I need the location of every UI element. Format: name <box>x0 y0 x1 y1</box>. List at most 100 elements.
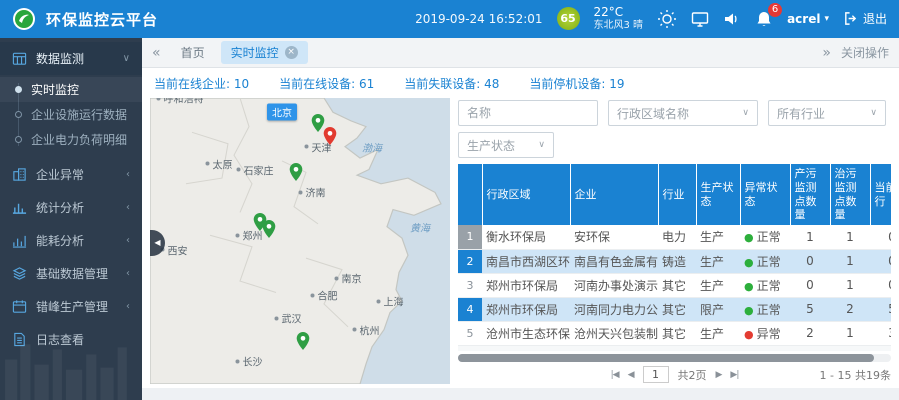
cell-abnormal-status: ●异常 <box>740 321 790 345</box>
column-header: 企业 <box>570 164 658 225</box>
city-dot-icon <box>237 168 241 172</box>
map-city-label: 北京 <box>267 104 297 121</box>
record-range-text: 1 - 15 <box>820 369 852 382</box>
cell-enterprise: 沧州天兴包装制品 <box>570 321 658 345</box>
datetime-text: 2019-09-24 16:52:01 <box>415 12 542 26</box>
table-row[interactable]: 4郑州市环保局河南同力电力公司其它限产●正常525 <box>458 297 891 321</box>
wind-text: 东北风3 晴 <box>594 20 644 32</box>
monitor-icon[interactable] <box>691 10 709 28</box>
stat-value: 19 <box>609 77 624 91</box>
layers-icon <box>12 266 27 281</box>
cell-pollution-points: 2 <box>790 345 830 351</box>
app: 环保监控云平台 2019-09-24 16:52:01 65 22°C 东北风3… <box>0 0 899 400</box>
pager-next-button[interactable]: ▶ <box>716 370 722 380</box>
scrollbar-thumb[interactable] <box>458 354 874 362</box>
production-status-select[interactable]: 生产状态∨ <box>458 132 554 158</box>
city-name: 太原 <box>213 156 233 171</box>
cell-pollution-points: 0 <box>790 249 830 273</box>
tab-realtime-monitor[interactable]: 实时监控 × <box>221 41 308 64</box>
column-header <box>458 164 482 225</box>
user-menu[interactable]: acrel ▾ <box>787 12 829 26</box>
cell-enterprise: 河南办事处演示 <box>570 273 658 297</box>
name-input[interactable] <box>458 100 598 126</box>
sidebar-subitem[interactable]: 企业电力负荷明细 <box>0 127 142 152</box>
energy-chart-icon <box>12 233 27 248</box>
logout-label: 退出 <box>863 10 887 27</box>
table-row[interactable]: 3郑州市环保局河南办事处演示其它生产●正常010 <box>458 273 891 297</box>
column-header: 行政区域 <box>482 164 570 225</box>
table-row[interactable]: 2南昌市西湖区环保局南昌有色金属有限铸造生产●正常010 <box>458 249 891 273</box>
cell-treatment-points: 2 <box>830 345 870 351</box>
cell-pollution-points: 1 <box>790 225 830 249</box>
cell-treatment-points: 1 <box>830 321 870 345</box>
sidebar: 数据监测∨实时监控企业设施运行数据企业电力负荷明细企业异常‹统计分析‹能耗分析‹… <box>0 38 142 400</box>
tab-label: 首页 <box>181 44 205 61</box>
bullet-icon <box>15 111 22 118</box>
username-text: acrel <box>787 12 820 26</box>
close-operations-button[interactable]: 关闭操作 <box>841 44 889 61</box>
sidebar-subitem[interactable]: 企业设施运行数据 <box>0 102 142 127</box>
filter-bar: 行政区域名称∨ 所有行业∨ 生产状态∨ <box>458 100 891 158</box>
sidebar-item-energy-analysis[interactable]: 能耗分析‹ <box>0 224 142 257</box>
stats-bar: 当前在线企业: 10当前在线设备: 61当前失联设备: 48当前停机设备: 19 <box>150 70 891 98</box>
tab-home[interactable]: 首页 <box>171 41 215 64</box>
map-panel[interactable]: 呼和浩特北京天津太原石家庄济南郑州西安南京合肥上海武汉杭州长沙渤海黄海 ◀ <box>150 98 450 384</box>
enterprise-table-wrap: 行政区域企业行业生产状态异常状态产污监测点数量治污监测点数量当前运行1衡水环保局… <box>458 164 891 351</box>
map-city-label: 杭州 <box>353 322 380 337</box>
map-city-label: 合肥 <box>311 288 338 303</box>
close-icon[interactable]: × <box>285 46 298 59</box>
region-select[interactable]: 行政区域名称∨ <box>608 100 758 126</box>
cell-pollution-points: 5 <box>790 297 830 321</box>
tabs-scroll-left-icon[interactable]: « <box>152 46 161 60</box>
sidebar-item-data-monitoring[interactable]: 数据监测∨ <box>0 42 142 75</box>
city-dot-icon <box>206 162 210 166</box>
map-pin-green-icon[interactable] <box>297 332 310 353</box>
sidebar-item-enterprise-abnormal[interactable]: 企业异常‹ <box>0 158 142 191</box>
page-number-input[interactable] <box>643 366 669 383</box>
map-pin-green-icon[interactable] <box>289 163 302 184</box>
sidebar-item-label: 数据监测 <box>36 50 84 67</box>
tabs-scroll-right-icon[interactable]: » <box>822 46 831 60</box>
industry-select[interactable]: 所有行业∨ <box>768 100 886 126</box>
speaker-icon[interactable] <box>723 10 741 28</box>
column-header: 生产状态 <box>696 164 740 225</box>
map-pin-green-icon[interactable] <box>262 220 275 241</box>
enterprise-table: 行政区域企业行业生产状态异常状态产污监测点数量治污监测点数量当前运行1衡水环保局… <box>458 164 891 351</box>
table-row[interactable]: 6沧州市生态环保局沧州鼎鑫机电设备其它生产●异常224 <box>458 345 891 351</box>
horizontal-scrollbar[interactable] <box>458 354 891 362</box>
row-index: 3 <box>458 273 482 297</box>
chevron-collapsed-icon: ‹ <box>126 268 130 279</box>
pager-first-button[interactable]: |◀ <box>611 370 619 380</box>
status-text: 异常 <box>757 351 781 352</box>
sidebar-item-base-data-management[interactable]: 基础数据管理‹ <box>0 257 142 290</box>
city-name: 济南 <box>306 185 326 200</box>
sidebar-item-statistics-analysis[interactable]: 统计分析‹ <box>0 191 142 224</box>
bell-icon[interactable]: 6 <box>755 10 773 28</box>
city-dot-icon <box>311 293 315 297</box>
sidebar-item-label: 能耗分析 <box>36 232 84 249</box>
tab-label: 实时监控 <box>231 44 279 61</box>
chevron-collapsed-icon: ‹ <box>126 202 130 213</box>
city-dot-icon <box>377 299 381 303</box>
map-city-label: 济南 <box>299 185 326 200</box>
map-pin-red-icon[interactable] <box>324 127 337 148</box>
map-sea-label: 渤海 <box>362 139 382 154</box>
city-name: 合肥 <box>318 288 338 303</box>
cell-industry: 其它 <box>658 297 696 321</box>
chevron-down-icon: ∨ <box>734 108 749 118</box>
weather-info: 22°C 东北风3 晴 <box>594 6 644 31</box>
row-index: 6 <box>458 345 482 351</box>
pager-prev-button[interactable]: ◀ <box>628 370 634 380</box>
pager-last-button[interactable]: ▶| <box>730 370 738 380</box>
map-city-label: 长沙 <box>236 354 263 369</box>
sidebar-subitem[interactable]: 实时监控 <box>0 77 142 102</box>
cell-abnormal-status: ●正常 <box>740 249 790 273</box>
table-row[interactable]: 5沧州市生态环保局沧州天兴包装制品其它生产●异常213 <box>458 321 891 345</box>
status-text: 正常 <box>757 255 781 269</box>
logout-button[interactable]: 退出 <box>843 10 887 27</box>
record-total-text: 共19条 <box>855 369 891 382</box>
table-row[interactable]: 1衡水环保局安环保电力生产●正常110 <box>458 225 891 249</box>
chevron-collapsed-icon: ‹ <box>126 301 130 312</box>
cell-region: 沧州市生态环保局 <box>482 345 570 351</box>
header-bar: 环保监控云平台 2019-09-24 16:52:01 65 22°C 东北风3… <box>0 0 899 38</box>
